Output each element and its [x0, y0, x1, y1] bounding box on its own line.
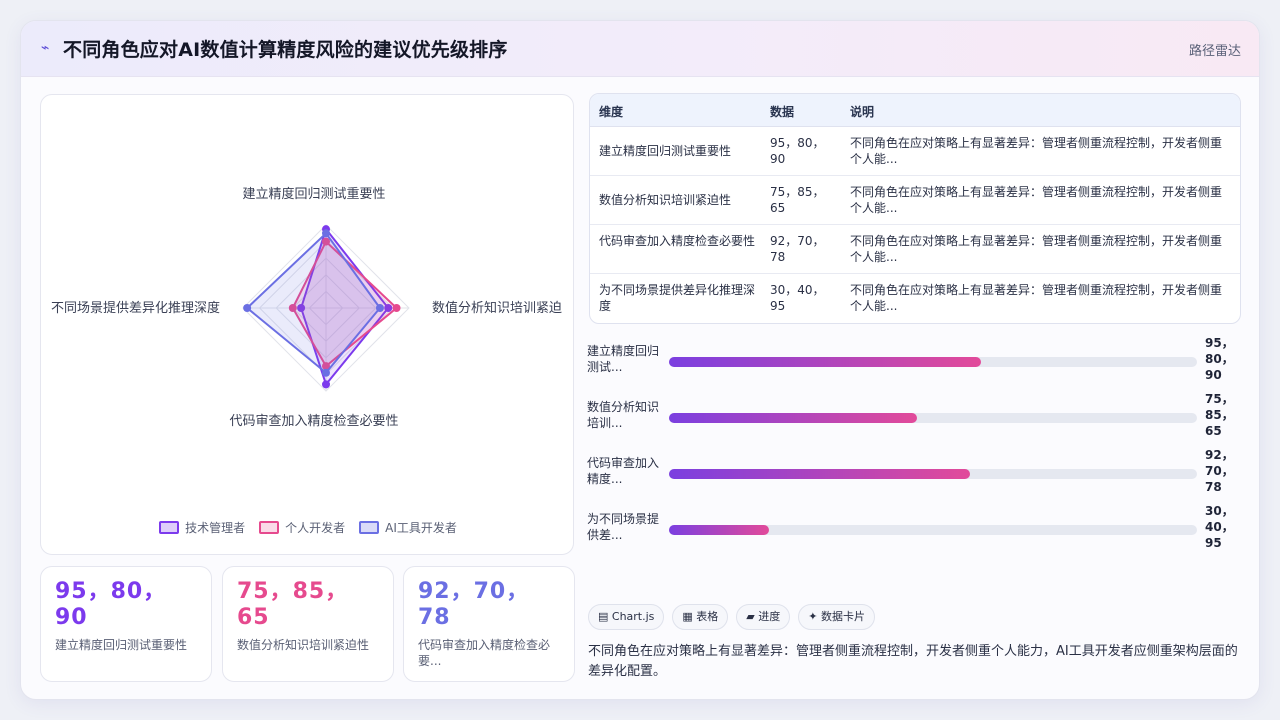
cell-dimension: 代码审查加入精度检查必要性: [599, 234, 756, 248]
table-header: 维度 数据 说明: [590, 94, 1240, 127]
stat-value: 95，80，90: [55, 579, 167, 630]
radar-axis-label: 不同场景提供差异化推理深度: [51, 300, 220, 316]
tag-progress[interactable]: ▰ 进度: [736, 604, 791, 630]
progress-fill: [669, 469, 970, 479]
path-radar-link[interactable]: 路径雷达: [1189, 40, 1241, 59]
legend-swatch: [359, 520, 380, 534]
header-bar: ⌁ 不同角色应对AI数值计算精度风险的建议优先级排序 路径雷达: [21, 21, 1259, 77]
column-header-dimension: 维度: [599, 105, 624, 119]
cell-note: 不同角色在应对策略上有显著差异：管理者侧重流程控制，开发者侧重个人能...: [850, 234, 1223, 264]
progress-fill: [669, 413, 918, 423]
progress-fill: [669, 357, 981, 367]
tag-list: ▤ Chart.js ▦ 表格 ▰ 进度 ✦ 数据卡片: [588, 604, 875, 630]
summary-text: 不同角色在应对策略上有显著差异：管理者侧重流程控制，开发者侧重个人能力，AI工具…: [588, 644, 1238, 679]
radar-data-point: [322, 380, 330, 389]
cell-note: 不同角色在应对策略上有显著差异：管理者侧重流程控制，开发者侧重个人能...: [850, 185, 1223, 215]
progress-value: 95，80，90: [1205, 336, 1234, 382]
dashboard-card: ⌁ 不同角色应对AI数值计算精度风险的建议优先级排序 路径雷达 建立精度回归测试…: [20, 20, 1260, 700]
radar-data-point: [392, 304, 401, 312]
stat-card-1: 95，80，90 建立精度回归测试重要性: [40, 566, 212, 682]
legend-swatch: [259, 520, 280, 534]
radar-axis-label: 建立精度回归测试重要性: [242, 186, 385, 202]
table-row: 数值分析知识培训紧迫性 75，85，65 不同角色在应对策略上有显著差异：管理者…: [590, 176, 1240, 225]
progress-value: 92，70，78: [1205, 448, 1234, 494]
radar-data-point: [322, 229, 330, 238]
stat-value: 92，70，78: [418, 579, 530, 630]
radar-data-point: [243, 304, 252, 312]
progress-bars: 建立精度回归测试... 95，80，90 数值分析知识培训... 75，85，6…: [587, 336, 1247, 573]
progress-track: [669, 469, 1197, 479]
legend-item[interactable]: AI工具开发者: [359, 517, 457, 537]
legend-label: AI工具开发者: [385, 520, 457, 535]
legend-label: 个人开发者: [285, 520, 346, 535]
stat-card-3: 92，70，78 代码审查加入精度检查必要...: [403, 566, 575, 682]
column-header-data: 数据: [770, 105, 795, 119]
progress-fill: [669, 525, 770, 535]
cell-dimension: 为不同场景提供差异化推理深度: [599, 283, 756, 313]
progress-track: [669, 357, 1197, 367]
stat-label: 代码审查加入精度检查必要...: [418, 638, 551, 668]
radar-chart-panel: 建立精度回归测试重要性数值分析知识培训紧迫代码审查加入精度检查必要性 不同场景提供…: [40, 94, 574, 555]
progress-track: [669, 413, 1197, 423]
radar-chart: 建立精度回归测试重要性数值分析知识培训紧迫代码审查加入精度检查必要性 不同场景提供…: [51, 186, 562, 429]
radar-data-point: [322, 368, 330, 377]
tag-chartjs[interactable]: ▤ Chart.js: [588, 604, 665, 630]
stat-value: 75，85，65: [237, 579, 349, 630]
legend-swatch: [159, 520, 180, 534]
cell-note: 不同角色在应对策略上有显著差异：管理者侧重流程控制，开发者侧重个人能...: [850, 136, 1223, 166]
progress-value: 75，85，65: [1205, 392, 1234, 438]
table-row: 建立精度回归测试重要性 95，80，90 不同角色在应对策略上有显著差异：管理者…: [590, 127, 1240, 176]
progress-value: 30，40，95: [1205, 504, 1234, 550]
chart-line-icon: ⌁: [41, 40, 50, 56]
legend-label: 技术管理者: [185, 520, 246, 535]
progress-row: 为不同场景提供差... 30，40，95: [587, 504, 1247, 561]
radar-axis-label: 代码审查加入精度检查必要性: [229, 413, 398, 429]
legend-item[interactable]: 技术管理者: [159, 517, 245, 537]
page-title: 不同角色应对AI数值计算精度风险的建议优先级排序: [63, 39, 508, 61]
cell-data: 30，40，95: [770, 283, 825, 313]
cell-data: 95，80，90: [770, 136, 825, 166]
cell-note: 不同角色在应对策略上有显著差异：管理者侧重流程控制，开发者侧重个人能...: [850, 283, 1223, 313]
progress-label: 建立精度回归测试...: [587, 344, 660, 374]
progress-row: 代码审查加入精度... 92，70，78: [587, 448, 1247, 505]
tag-data-card[interactable]: ✦ 数据卡片: [798, 604, 875, 630]
cell-data: 75，85，65: [770, 185, 825, 215]
cell-dimension: 建立精度回归测试重要性: [599, 144, 732, 158]
progress-track: [669, 525, 1197, 535]
cell-data: 92，70，78: [770, 234, 825, 264]
stat-label: 建立精度回归测试重要性: [55, 638, 188, 652]
progress-row: 建立精度回归测试... 95，80，90: [587, 336, 1247, 393]
table-row: 代码审查加入精度检查必要性 92，70，78 不同角色在应对策略上有显著差异：管…: [590, 225, 1240, 274]
radar-data-point: [375, 304, 384, 312]
progress-label: 数值分析知识培训...: [587, 400, 660, 430]
tag-table[interactable]: ▦ 表格: [672, 604, 729, 630]
radar-axis-label: 数值分析知识培训紧迫: [432, 300, 562, 316]
progress-label: 为不同场景提供差...: [587, 512, 660, 542]
chart-legend: 技术管理者 个人开发者 AI工具开发者: [41, 517, 575, 537]
progress-label: 代码审查加入精度...: [587, 456, 660, 486]
column-header-note: 说明: [850, 105, 875, 119]
radar-series-area: [246, 232, 381, 374]
data-table: 维度 数据 说明 建立精度回归测试重要性 95，80，90 不同角色在应对策略上…: [589, 93, 1241, 324]
cell-dimension: 数值分析知识培训紧迫性: [599, 193, 732, 207]
legend-item[interactable]: 个人开发者: [259, 517, 345, 537]
progress-row: 数值分析知识培训... 75，85，65: [587, 392, 1247, 449]
stat-label: 数值分析知识培训紧迫性: [237, 638, 370, 652]
stat-card-2: 75，85，65 数值分析知识培训紧迫性: [222, 566, 394, 682]
table-row: 为不同场景提供差异化推理深度 30，40，95 不同角色在应对策略上有显著差异：…: [590, 274, 1240, 323]
